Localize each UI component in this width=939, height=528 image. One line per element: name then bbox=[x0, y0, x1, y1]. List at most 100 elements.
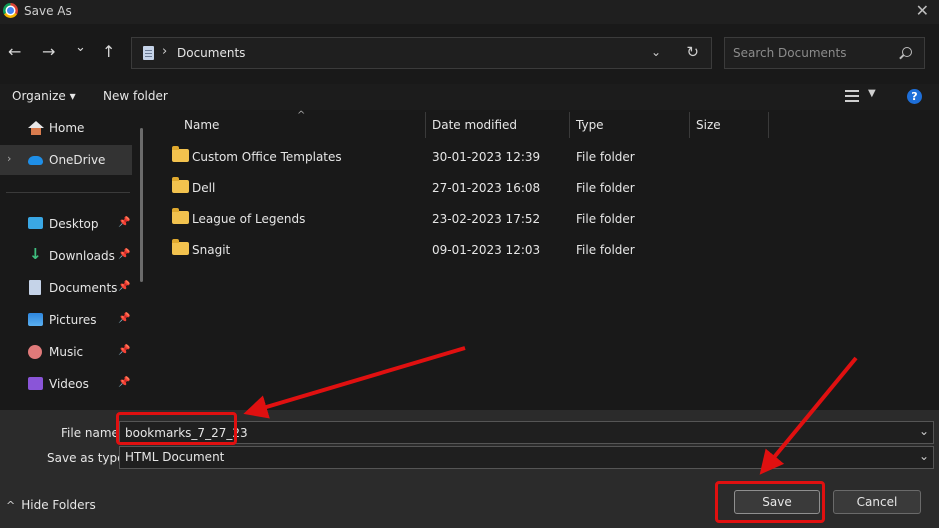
sidebar-item-onedrive[interactable]: › OneDrive bbox=[0, 145, 132, 175]
desktop-icon bbox=[28, 217, 43, 229]
file-type: File folder bbox=[576, 181, 635, 195]
organize-button[interactable]: Organize ▾ bbox=[12, 89, 76, 103]
sidebar-item-label: Videos bbox=[49, 377, 89, 391]
file-row[interactable]: Dell 27-01-2023 16:08 File folder bbox=[170, 177, 770, 199]
column-divider[interactable] bbox=[689, 112, 690, 138]
pin-icon: 📌 bbox=[118, 249, 131, 260]
expand-chevron-icon[interactable]: › bbox=[7, 152, 11, 165]
videos-icon bbox=[28, 377, 43, 390]
new-folder-button[interactable]: New folder bbox=[103, 89, 168, 103]
sidebar-divider bbox=[6, 192, 130, 193]
music-icon bbox=[28, 345, 42, 359]
sort-ascending-icon: ^ bbox=[297, 110, 306, 121]
pin-icon: 📌 bbox=[118, 313, 131, 324]
sidebar-item-label: Desktop bbox=[49, 217, 99, 231]
save-as-type-dropdown-icon[interactable]: ⌄ bbox=[919, 449, 929, 463]
documents-icon bbox=[29, 280, 41, 295]
pin-icon: 📌 bbox=[118, 217, 131, 228]
file-name-label: File name: bbox=[61, 426, 123, 440]
refresh-icon[interactable]: ↻ bbox=[686, 43, 699, 61]
column-header-size[interactable]: Size bbox=[696, 118, 721, 132]
search-input[interactable] bbox=[725, 38, 895, 68]
sidebar-item-label: Music bbox=[49, 345, 84, 359]
navigation-pane: Home › OneDrive Desktop 📌 Downloads 📌 Do… bbox=[0, 110, 148, 410]
sidebar-item-label: Documents bbox=[49, 281, 118, 295]
column-divider[interactable] bbox=[768, 112, 769, 138]
file-name-combobox[interactable]: ⌄ bbox=[119, 421, 934, 444]
documents-icon bbox=[143, 46, 154, 60]
file-name-input[interactable] bbox=[120, 422, 910, 443]
cloud-icon bbox=[28, 156, 43, 165]
file-date: 23-02-2023 17:52 bbox=[432, 212, 541, 226]
file-name-dropdown-icon[interactable]: ⌄ bbox=[919, 424, 929, 438]
pin-icon: 📌 bbox=[118, 345, 131, 356]
recent-locations-chevron-icon[interactable]: ⌄ bbox=[75, 40, 86, 56]
sidebar-item-downloads[interactable]: Downloads 📌 bbox=[0, 241, 132, 271]
column-divider[interactable] bbox=[425, 112, 426, 138]
sidebar-item-label: Downloads bbox=[49, 249, 115, 263]
sidebar-item-pictures[interactable]: Pictures 📌 bbox=[0, 305, 132, 335]
view-options-icon[interactable] bbox=[845, 90, 859, 102]
sidebar-item-desktop[interactable]: Desktop 📌 bbox=[0, 209, 132, 239]
file-row[interactable]: League of Legends 23-02-2023 17:52 File … bbox=[170, 208, 770, 230]
help-icon[interactable]: ? bbox=[907, 89, 922, 104]
file-date: 27-01-2023 16:08 bbox=[432, 181, 541, 195]
command-bar: Organize ▾ New folder ▼ ? bbox=[0, 84, 939, 110]
file-name-highlight-box bbox=[116, 412, 237, 445]
breadcrumb-separator[interactable]: › bbox=[162, 44, 167, 59]
file-name: Snagit bbox=[192, 243, 231, 257]
sidebar-scrollbar[interactable] bbox=[140, 128, 143, 282]
title-bar: Save As ✕ bbox=[0, 0, 939, 24]
up-arrow-icon[interactable]: ↑ bbox=[102, 44, 115, 60]
address-bar[interactable]: › Documents ⌄ ↻ bbox=[131, 37, 712, 69]
file-name: League of Legends bbox=[192, 212, 306, 226]
navigation-bar: ← → ⌄ ↑ › Documents ⌄ ↻ bbox=[0, 24, 939, 84]
chrome-icon bbox=[3, 3, 18, 18]
column-divider[interactable] bbox=[569, 112, 570, 138]
search-box[interactable] bbox=[724, 37, 925, 69]
folder-icon bbox=[172, 208, 189, 224]
save-button-highlight-box bbox=[715, 481, 825, 523]
sidebar-item-label: Home bbox=[49, 121, 85, 135]
download-icon bbox=[28, 245, 43, 263]
file-date: 09-01-2023 12:03 bbox=[432, 243, 541, 257]
folder-icon bbox=[172, 146, 189, 162]
column-header-name[interactable]: Name bbox=[184, 118, 219, 132]
breadcrumb-documents[interactable]: Documents bbox=[177, 46, 245, 60]
home-icon bbox=[28, 121, 44, 135]
file-type: File folder bbox=[576, 243, 635, 257]
address-dropdown-icon[interactable]: ⌄ bbox=[651, 45, 661, 59]
cancel-button[interactable]: Cancel bbox=[833, 490, 921, 514]
sidebar-item-music[interactable]: Music 📌 bbox=[0, 337, 132, 367]
file-type: File folder bbox=[576, 212, 635, 226]
view-dropdown-icon[interactable]: ▼ bbox=[868, 88, 876, 99]
file-list: ^ Name Date modified Type Size Custom Of… bbox=[160, 110, 939, 410]
hide-folders-label: Hide Folders bbox=[21, 498, 96, 512]
pin-icon: 📌 bbox=[118, 281, 131, 292]
folder-icon bbox=[172, 239, 189, 255]
window-title: Save As bbox=[24, 4, 72, 18]
column-header-type[interactable]: Type bbox=[576, 118, 604, 132]
sidebar-item-videos[interactable]: Videos 📌 bbox=[0, 369, 132, 399]
save-as-type-select[interactable]: HTML Document ⌄ bbox=[119, 446, 934, 469]
close-icon[interactable]: ✕ bbox=[916, 1, 929, 20]
forward-arrow-icon[interactable]: → bbox=[42, 44, 55, 60]
sidebar-item-label: Pictures bbox=[49, 313, 97, 327]
back-arrow-icon[interactable]: ← bbox=[8, 44, 21, 60]
chevron-up-icon: ^ bbox=[6, 499, 16, 512]
sidebar-item-label: OneDrive bbox=[49, 153, 106, 167]
column-header-date-modified[interactable]: Date modified bbox=[432, 118, 517, 132]
file-type: File folder bbox=[576, 150, 635, 164]
file-date: 30-01-2023 12:39 bbox=[432, 150, 541, 164]
hide-folders-button[interactable]: ^ Hide Folders bbox=[6, 498, 96, 512]
sidebar-item-home[interactable]: Home bbox=[0, 113, 132, 143]
file-name: Custom Office Templates bbox=[192, 150, 342, 164]
search-icon[interactable] bbox=[902, 47, 912, 57]
file-name: Dell bbox=[192, 181, 216, 195]
folder-icon bbox=[172, 177, 189, 193]
sidebar-item-documents[interactable]: Documents 📌 bbox=[0, 273, 132, 303]
file-row[interactable]: Snagit 09-01-2023 12:03 File folder bbox=[170, 239, 770, 261]
save-as-type-label: Save as type: bbox=[47, 451, 129, 465]
pictures-icon bbox=[28, 313, 43, 326]
file-row[interactable]: Custom Office Templates 30-01-2023 12:39… bbox=[170, 146, 770, 168]
